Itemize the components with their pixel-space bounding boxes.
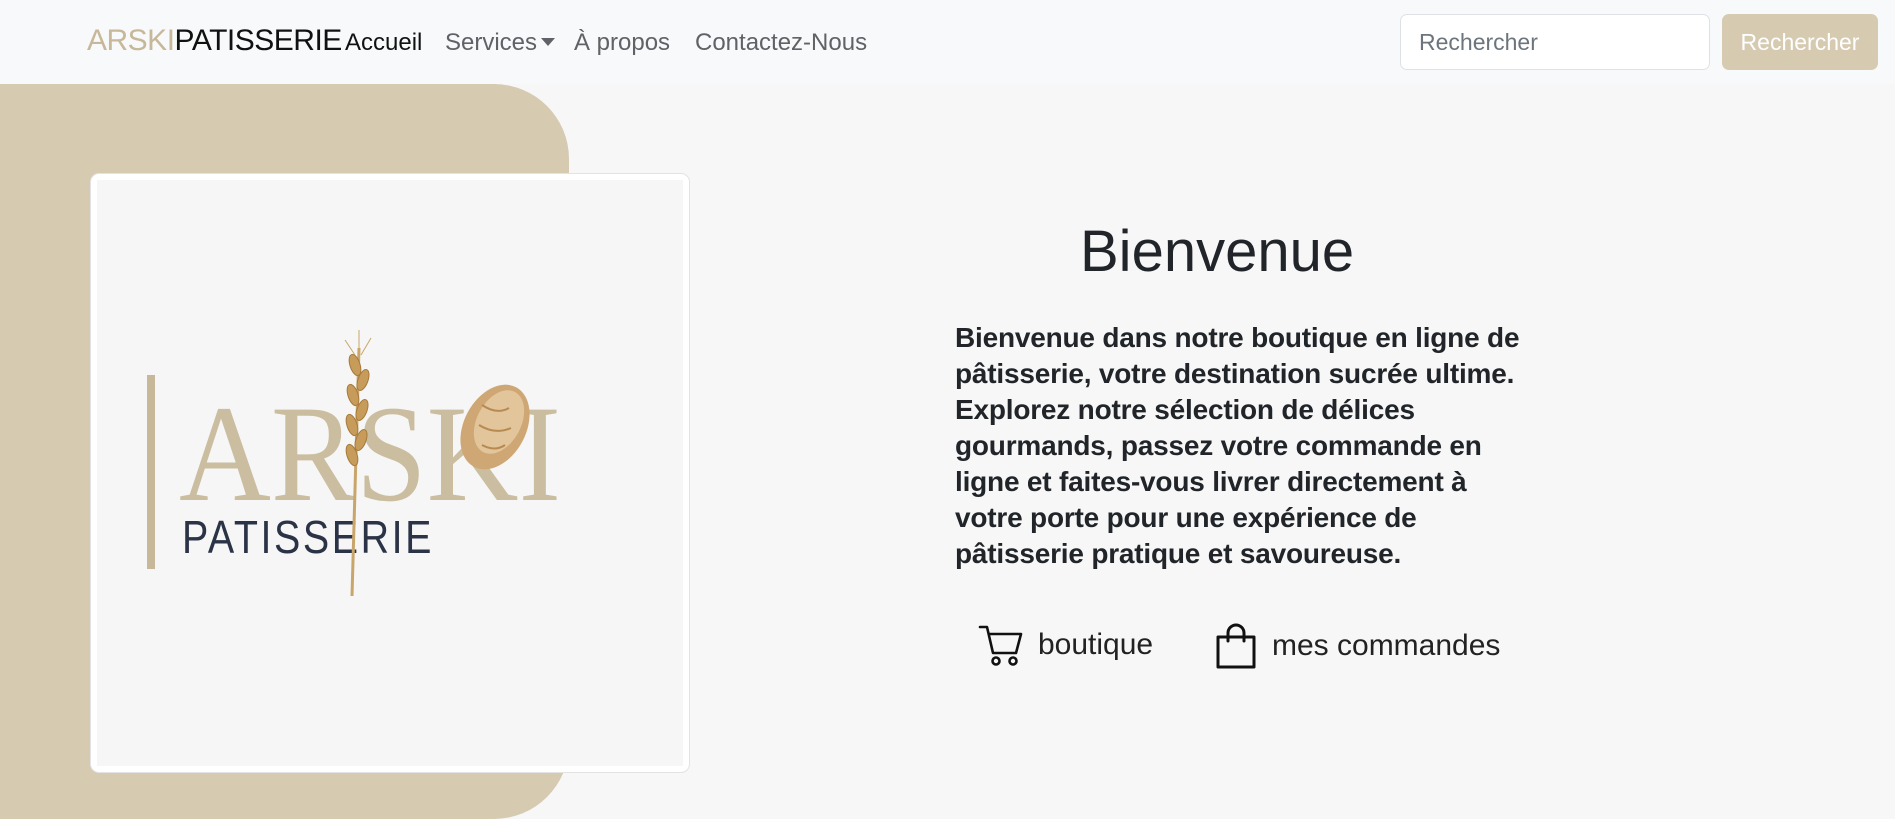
page-title: Bienvenue xyxy=(1080,219,1355,284)
brand-part-arski: ARSKI xyxy=(87,24,175,57)
search-button[interactable]: Rechercher xyxy=(1722,14,1878,70)
nav-link-accueil[interactable]: Accueil xyxy=(345,29,422,57)
logo-tagline-patisserie: PATISSERIE xyxy=(182,511,434,563)
navbar: ARSKIPATISSERIE Accueil Services À propo… xyxy=(0,0,1895,84)
shopping-bag-icon xyxy=(1214,622,1258,670)
brand-logo[interactable]: ARSKIPATISSERIE xyxy=(87,24,342,58)
nav-link-contact[interactable]: Contactez-Nous xyxy=(695,29,867,57)
boutique-link[interactable]: boutique xyxy=(978,622,1153,668)
caret-down-icon xyxy=(541,38,556,47)
logo-image: ARSKI PATISSERIE xyxy=(97,180,683,766)
nav-link-services[interactable]: Services xyxy=(445,29,556,57)
mes-commandes-label: mes commandes xyxy=(1272,629,1501,662)
cart-icon xyxy=(978,622,1024,668)
mes-commandes-link[interactable]: mes commandes xyxy=(1214,622,1500,670)
brand-part-patisserie: PATISSERIE xyxy=(174,24,343,57)
logo-card: ARSKI PATISSERIE xyxy=(90,173,690,773)
arski-patisserie-logo: ARSKI PATISSERIE xyxy=(147,330,561,597)
search-input[interactable] xyxy=(1400,14,1710,70)
nav-link-services-label: Services xyxy=(445,29,538,56)
hero-description: Bienvenue dans notre boutique en ligne d… xyxy=(955,322,1520,569)
boutique-label: boutique xyxy=(1038,628,1154,661)
nav-link-a-propos[interactable]: À propos xyxy=(574,29,670,57)
